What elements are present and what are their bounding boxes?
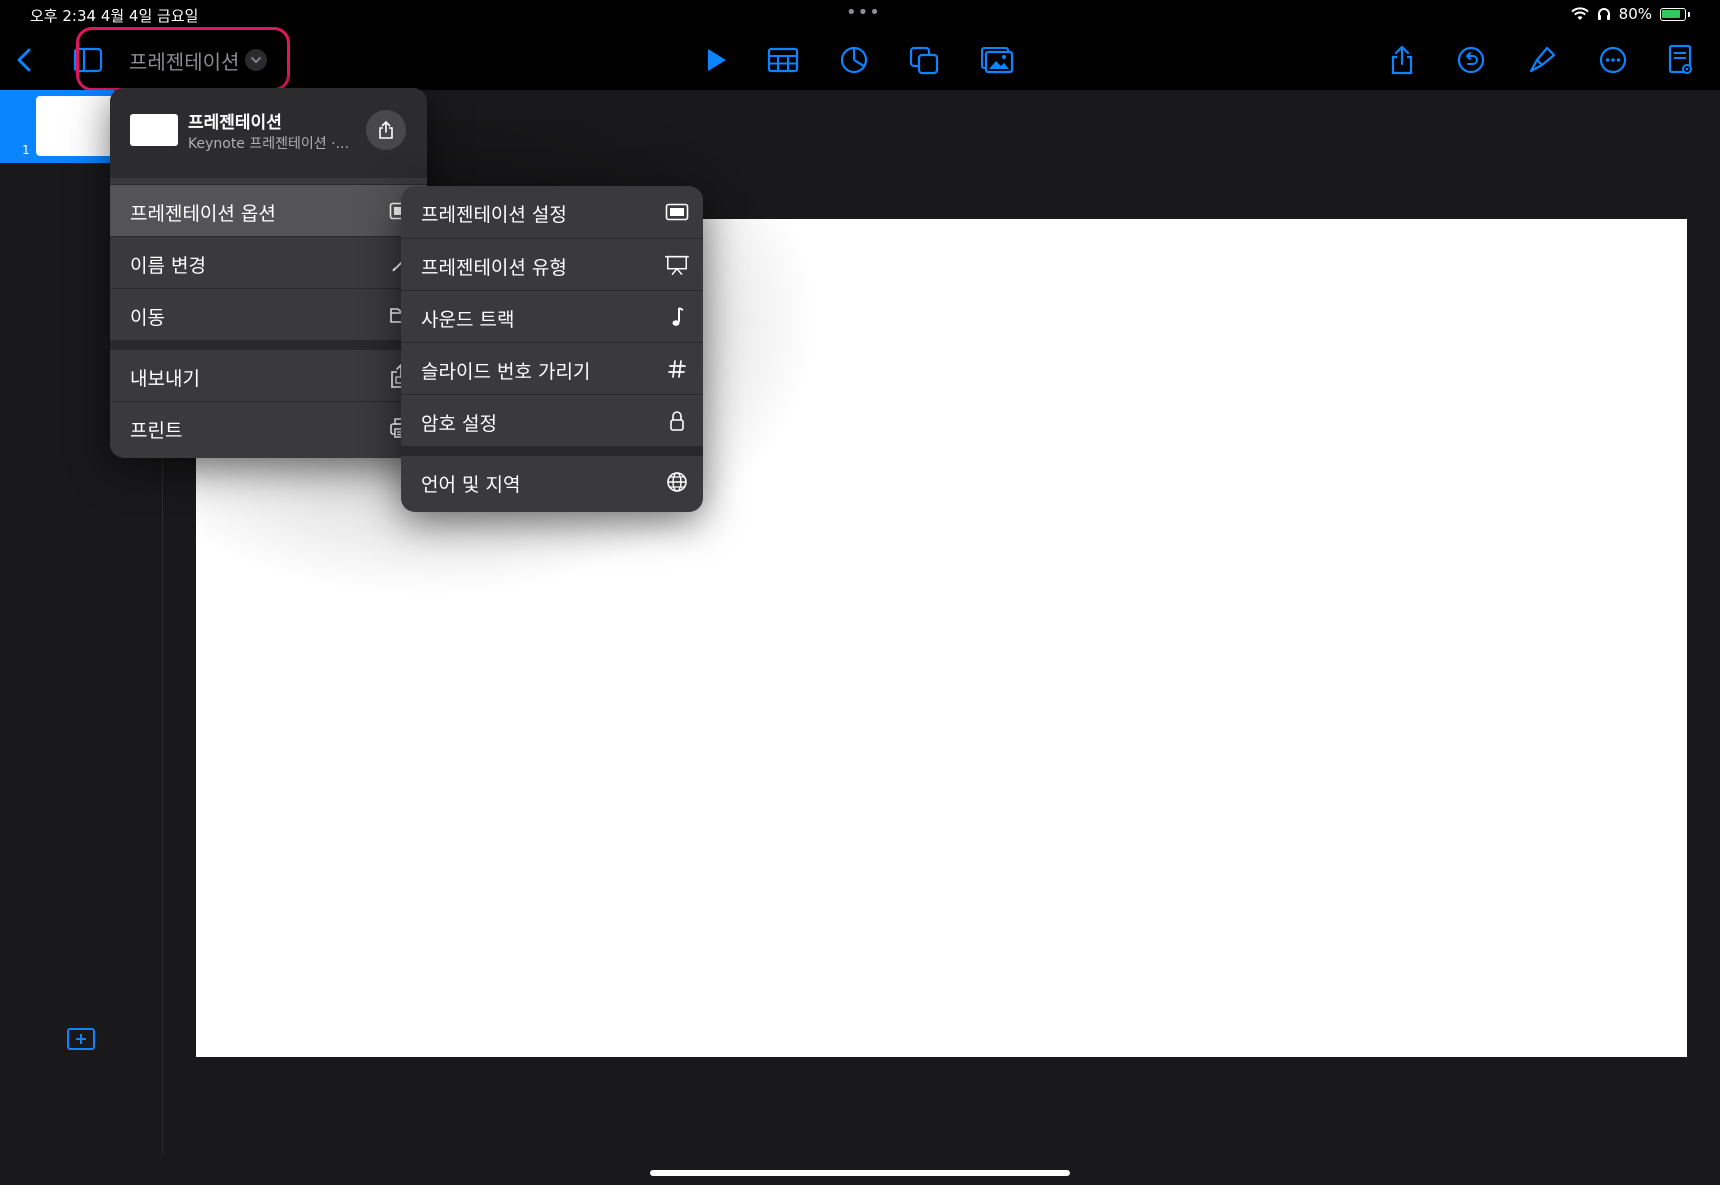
menu-header-title: 프레젠테이션 <box>188 113 282 133</box>
menu-item-label: 프린트 <box>130 420 183 442</box>
menu-item-export[interactable]: 내보내기 <box>110 349 427 401</box>
slide-number: 1 <box>22 143 30 157</box>
chart-icon[interactable] <box>836 42 872 78</box>
menu-separator <box>401 446 703 455</box>
menu-item-set-password[interactable]: 암호 설정 <box>401 394 703 446</box>
status-indicators: 80% <box>1570 5 1690 23</box>
menu-item-label: 프레젠테이션 유형 <box>421 257 567 279</box>
menu-item-rename[interactable]: 이름 변경 <box>110 236 427 288</box>
globe-icon <box>665 470 689 494</box>
document-title[interactable]: 프레젠테이션 <box>129 46 239 75</box>
home-indicator[interactable] <box>650 1170 1070 1176</box>
presentation-options-submenu: 프레젠테이션 설정 프레젠테이션 유형 사운드 트랙 슬라이드 번호 가리기 암… <box>401 186 703 512</box>
share-icon[interactable] <box>1384 42 1420 78</box>
status-bar: 오후 2:34 4월 4일 금요일 ••• 80% <box>0 0 1720 28</box>
music-note-icon <box>665 305 689 329</box>
easel-icon <box>665 253 689 277</box>
menu-item-presentation-type[interactable]: 프레젠테이션 유형 <box>401 238 703 290</box>
headphones-icon <box>1597 8 1610 20</box>
document-menu: 프레젠테이션 Keynote 프레젠테이션 ·... 프레젠테이션 옵션 이름 … <box>110 88 427 458</box>
menu-item-presentation-settings[interactable]: 프레젠테이션 설정 <box>401 186 703 238</box>
menu-item-label: 암호 설정 <box>421 413 497 435</box>
menu-item-soundtrack[interactable]: 사운드 트랙 <box>401 290 703 342</box>
menu-item-label: 슬라이드 번호 가리기 <box>421 361 591 383</box>
share-icon <box>379 120 393 139</box>
battery-tip <box>1688 11 1690 17</box>
multitasking-dots-icon[interactable]: ••• <box>846 2 881 23</box>
battery-icon <box>1660 7 1686 21</box>
wifi-icon <box>1570 7 1589 20</box>
play-icon[interactable] <box>698 42 734 78</box>
menu-item-label: 언어 및 지역 <box>421 474 521 496</box>
more-options-icon[interactable] <box>1595 42 1631 78</box>
menu-item-move[interactable]: 이동 <box>110 288 427 340</box>
presentation-screen-icon <box>665 200 689 224</box>
battery-percent: 80% <box>1618 5 1652 23</box>
menu-item-presentation-options[interactable]: 프레젠테이션 옵션 <box>110 184 427 236</box>
menu-separator <box>110 340 427 349</box>
media-icon[interactable] <box>979 42 1015 78</box>
menu-header: 프레젠테이션 Keynote 프레젠테이션 ·... <box>110 88 427 178</box>
menu-item-label: 이동 <box>130 307 165 329</box>
menu-item-label: 내보내기 <box>130 368 200 390</box>
table-icon[interactable] <box>765 42 801 78</box>
add-slide-icon[interactable] <box>66 1027 96 1051</box>
status-time-date: 오후 2:34 4월 4일 금요일 <box>30 7 199 25</box>
hashtag-icon <box>665 357 689 381</box>
presenter-notes-icon[interactable] <box>1663 42 1699 78</box>
document-thumbnail <box>130 114 178 146</box>
format-brush-icon[interactable] <box>1524 42 1560 78</box>
menu-item-label: 프레젠테이션 설정 <box>421 204 567 226</box>
menu-item-hide-slide-numbers[interactable]: 슬라이드 번호 가리기 <box>401 342 703 394</box>
back-chevron-icon[interactable] <box>6 42 42 78</box>
menu-header-subtitle: Keynote 프레젠테이션 ·... <box>188 136 349 152</box>
menu-item-label: 프레젠테이션 옵션 <box>130 203 276 225</box>
shape-icon[interactable] <box>906 42 942 78</box>
lock-icon <box>665 409 689 433</box>
header-share-button[interactable] <box>366 110 406 150</box>
menu-item-label: 사운드 트랙 <box>421 309 515 331</box>
menu-item-label: 이름 변경 <box>130 255 206 277</box>
undo-icon[interactable] <box>1453 42 1489 78</box>
slide-thumbnail-selected[interactable]: 1 <box>0 90 120 163</box>
menu-item-print[interactable]: 프린트 <box>110 401 427 453</box>
menu-item-language-region[interactable]: 언어 및 지역 <box>401 455 703 507</box>
chevron-down-icon[interactable] <box>245 49 267 71</box>
slide-thumbnail[interactable] <box>36 96 120 156</box>
